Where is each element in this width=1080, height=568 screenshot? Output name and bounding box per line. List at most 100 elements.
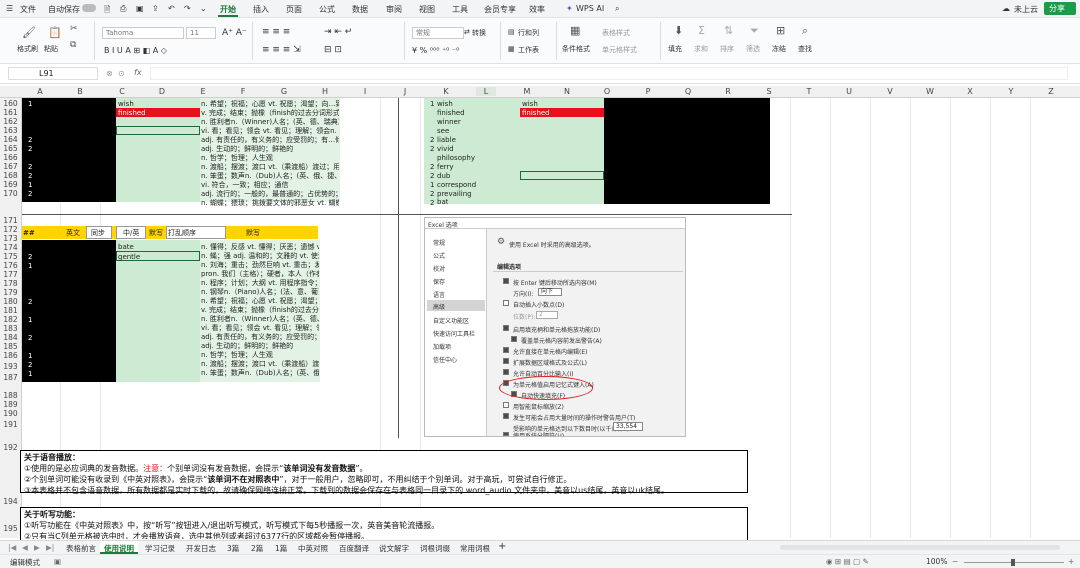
definition-cell[interactable]: n. 渡船；摆渡；渡口 vt.（乘渡船）渡过 <box>201 360 319 368</box>
tab-page[interactable]: 页面 <box>286 4 302 15</box>
word-cell[interactable]: bat <box>437 198 448 206</box>
word-cell[interactable]: gentle <box>118 253 140 261</box>
row-header[interactable]: 171 <box>0 216 21 225</box>
word-cell[interactable]: wish <box>437 100 453 108</box>
first-sheet-icon[interactable]: |◀ <box>8 543 16 552</box>
formula-input[interactable] <box>150 67 1068 80</box>
definition-cell[interactable]: n. 笨蛋；数声n.（Dub)人名；(英、俄、捷 <box>201 369 319 377</box>
col-header-c[interactable]: C <box>112 87 132 96</box>
selected-cell[interactable] <box>520 171 604 180</box>
row-header[interactable]: 162 <box>0 117 21 126</box>
cond-format-button[interactable]: 条件格式 <box>562 44 590 54</box>
sum-icon[interactable]: Σ <box>698 25 705 36</box>
definition-cell[interactable]: adj. 有责任的，有义务的；应受罚的；有…倾向 <box>201 136 339 144</box>
format-painter-icon[interactable]: 🖌 <box>22 27 36 38</box>
undo-icon[interactable]: ↶ <box>168 4 175 13</box>
sheet-tab[interactable]: 表格前言 <box>66 543 96 554</box>
zoom-slider-handle[interactable] <box>1011 559 1015 566</box>
tab-view[interactable]: 视图 <box>419 4 435 15</box>
confirm-icon[interactable]: ⊙ <box>118 69 125 78</box>
word-cell[interactable]: correspond <box>437 181 476 189</box>
definition-cell[interactable]: n. 哲学；哲理；人生观 <box>201 351 319 359</box>
col-header-b[interactable]: B <box>70 87 90 96</box>
definition-cell[interactable]: n. 哲学；哲理；人生观 <box>201 154 339 162</box>
definition-cell[interactable]: n. 胜利者n.（Winner)人名；(英、德、瑞 <box>201 315 319 323</box>
align-icons[interactable]: ≡ ≡ ≡ <box>262 27 290 37</box>
tab-member[interactable]: 会员专享 <box>484 4 516 15</box>
share-label[interactable]: 分享 <box>1049 3 1065 14</box>
row-header[interactable]: 185 <box>0 342 21 351</box>
col-header-r[interactable]: R <box>718 87 738 96</box>
sheet-tab[interactable]: 1篇 <box>275 543 287 554</box>
macro-icon[interactable]: ▣ <box>54 557 61 566</box>
dictation-label-2[interactable]: 默写 <box>246 229 260 237</box>
definition-cell[interactable]: vi. 看；看见；领会 vt. 看见；理解；领会n.（S <box>201 127 339 135</box>
col-header-x[interactable]: X <box>960 87 980 96</box>
row-header[interactable]: 184 <box>0 333 21 342</box>
definition-cell[interactable]: adj. 生动的；鲜明的；鲜艳的 <box>201 342 319 350</box>
word-cell[interactable]: liable <box>437 136 456 144</box>
worksheet-button[interactable]: 工作表 <box>518 45 539 55</box>
definition-cell[interactable]: n. 胜利者n.（Winner)人名；(英、德、瑞典)温 <box>201 118 339 126</box>
definition-cell[interactable]: adj. 生动的；鲜明的；鲜艳的 <box>201 145 339 153</box>
definition-cell[interactable]: n. 钢琴n.（Piano)人名；(法、意、葡)皮 <box>201 288 319 296</box>
find-icon[interactable]: ⌕ <box>802 25 808 36</box>
row-header[interactable]: 175 <box>0 252 21 261</box>
fill-button[interactable]: 填充 <box>668 44 682 54</box>
more-icon[interactable]: ⌄ <box>200 4 207 13</box>
shuffle-label[interactable]: 打乱顺序 <box>168 229 196 237</box>
col-header-y[interactable]: Y <box>1001 87 1021 96</box>
col-header-z[interactable]: Z <box>1041 87 1061 96</box>
col-header-f[interactable]: F <box>233 87 253 96</box>
row-header[interactable]: 181 <box>0 306 21 315</box>
word-cell[interactable]: wish <box>522 100 538 108</box>
col-header-h[interactable]: H <box>315 87 335 96</box>
definition-cell[interactable]: adj. 流行的；一般的，最普通的；占优势的；普 <box>201 190 339 198</box>
sort-icon[interactable]: ⇅ <box>724 25 733 36</box>
cn-en-label[interactable]: 中/英 <box>123 229 139 237</box>
convert-button[interactable]: 转换 <box>472 28 486 38</box>
sheet-tab[interactable]: 3篇 <box>227 543 239 554</box>
view-icons[interactable]: ◉ ⊞ ▤ ▢ ✎ <box>826 557 869 566</box>
next-sheet-icon[interactable]: ▶ <box>34 543 40 552</box>
col-header-e[interactable]: E <box>193 87 213 96</box>
add-sheet-button[interactable]: + <box>498 541 506 552</box>
tab-insert[interactable]: 插入 <box>253 4 269 15</box>
dictation-label[interactable]: 默写 <box>149 229 163 237</box>
definition-cell[interactable]: v. 完成；结束；抛橡（finish的过去分词 <box>201 306 319 314</box>
row-header[interactable]: 179 <box>0 288 21 297</box>
sync-label[interactable]: 同步 <box>91 229 105 237</box>
word-cell[interactable]: winner <box>437 118 461 126</box>
row-header[interactable]: 178 <box>0 279 21 288</box>
word-cell[interactable]: prevailing <box>437 190 472 198</box>
definition-cell[interactable]: n. 程序；计划；大纲 vt. 用程序指令；为 <box>201 279 319 287</box>
sheet-tab[interactable]: 中英对照 <box>298 543 328 554</box>
col-header-j[interactable]: J <box>395 87 415 96</box>
row-header[interactable]: 168 <box>0 171 21 180</box>
wps-ai-icon[interactable]: ✦ <box>566 4 573 13</box>
redo-icon[interactable]: ↷ <box>184 4 191 13</box>
row-header[interactable]: 180 <box>0 297 21 306</box>
sheet-tab[interactable]: 开发日志 <box>186 543 216 554</box>
zoom-out-icon[interactable]: − <box>952 557 958 566</box>
wrap-icons[interactable]: ⇥ ⇤ ↵ <box>324 27 352 37</box>
col-header-u[interactable]: U <box>839 87 859 96</box>
align-icons-2[interactable]: ≡ ≡ ≡ ⇲ <box>262 45 301 55</box>
row-header[interactable]: 165 <box>0 144 21 153</box>
definition-cell[interactable]: n. 蝇；强 adj. 温和的；文雅的 vt. 使温 <box>201 252 319 260</box>
row-header[interactable]: 170 <box>0 189 21 198</box>
col-header-p[interactable]: P <box>638 87 658 96</box>
cancel-icon[interactable]: ⊗ <box>106 69 113 78</box>
definition-cell[interactable]: n. 笨蛋；数声n.（Dub)人名；(英、俄、捷、匈 <box>201 172 339 180</box>
definition-cell[interactable]: v. 完成；结束；抛橡（finish的过去分词形式） <box>201 109 339 117</box>
col-header-v[interactable]: V <box>880 87 900 96</box>
col-header-d[interactable]: D <box>152 87 172 96</box>
row-header[interactable]: 161 <box>0 108 21 117</box>
col-header-q[interactable]: Q <box>678 87 698 96</box>
sheet-tab[interactable]: 词根词缀 <box>420 543 450 554</box>
sum-button[interactable]: 求和 <box>694 44 708 54</box>
copy-icon[interactable]: ⧉ <box>70 40 76 51</box>
row-col-button[interactable]: 行和列 <box>518 28 539 38</box>
preview-icon[interactable]: ▣ <box>136 4 144 13</box>
row-header[interactable]: 177 <box>0 270 21 279</box>
